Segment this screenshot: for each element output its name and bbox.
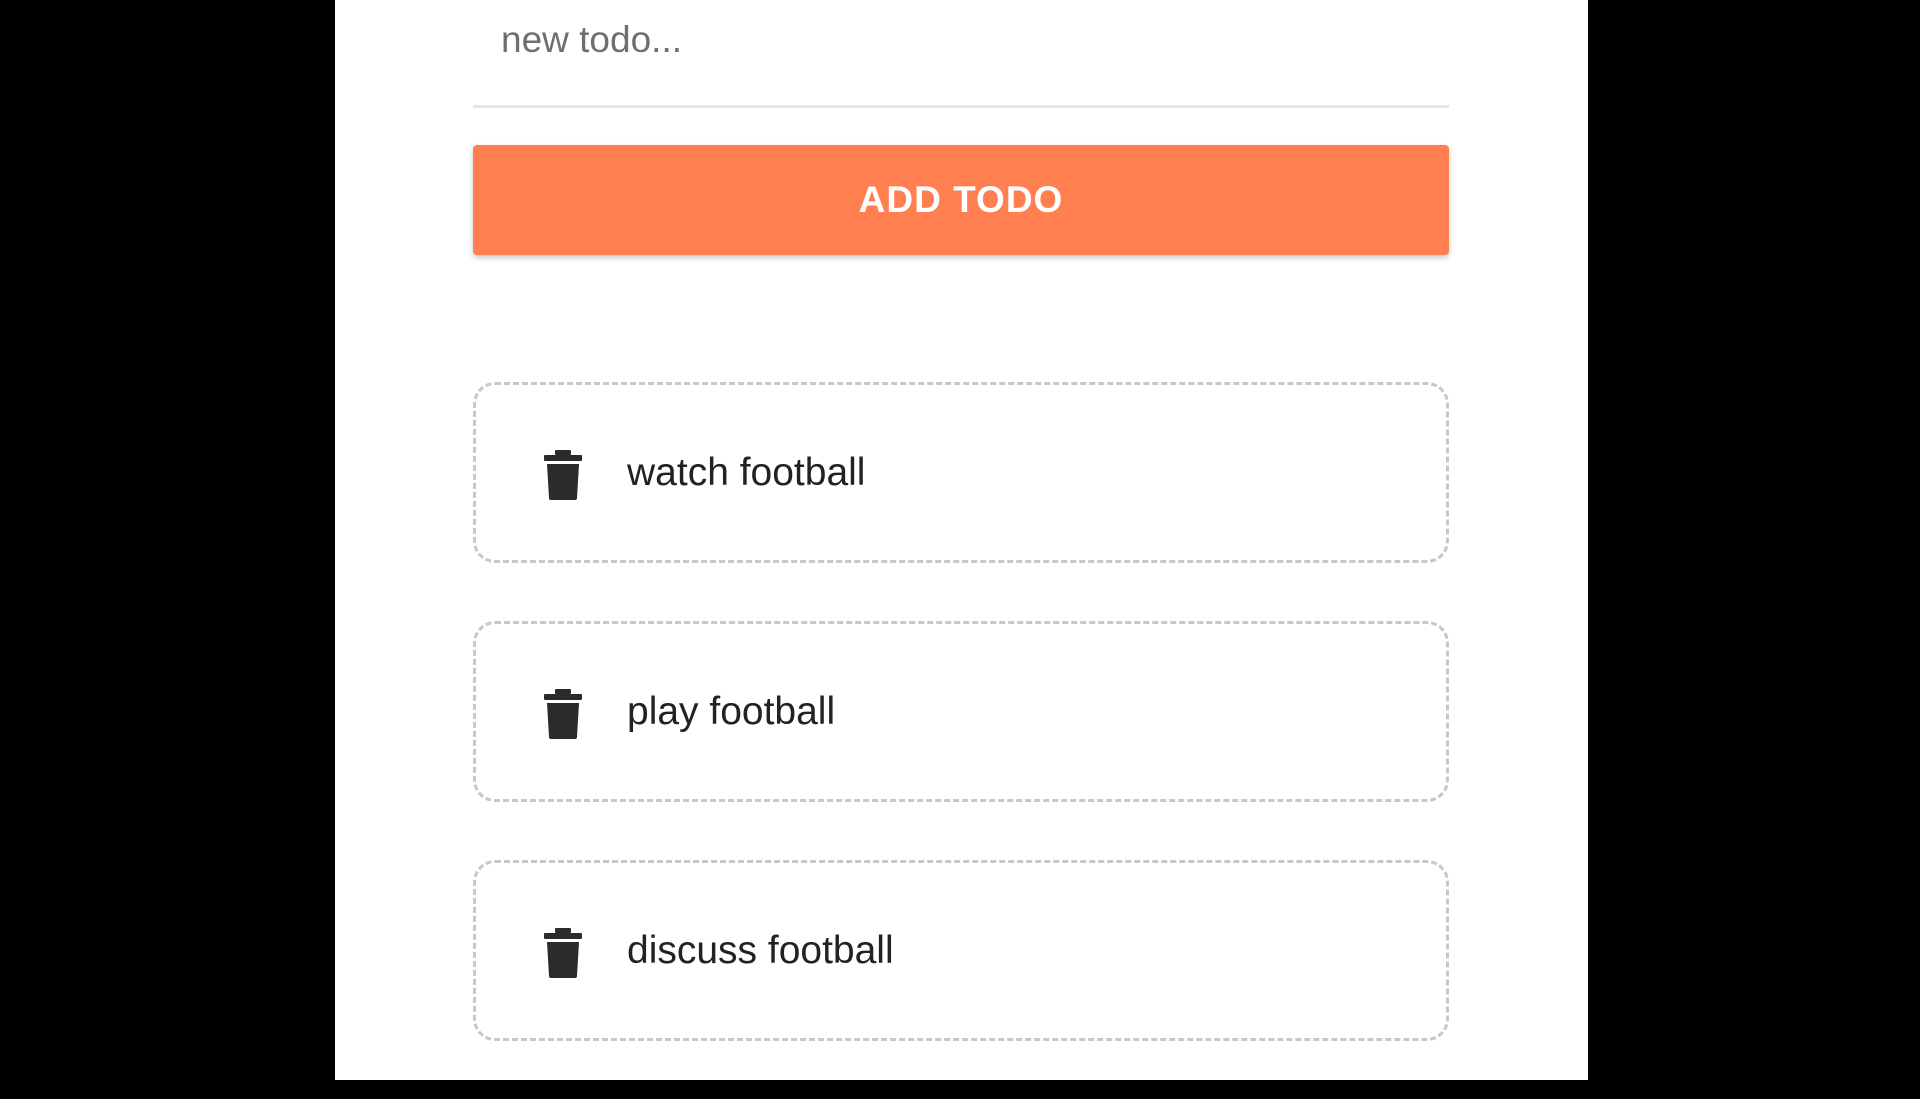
add-todo-button[interactable]: ADD TODO [473, 145, 1449, 255]
todo-item: watch football [473, 382, 1449, 563]
todo-app-panel: ADD TODO watch football play football [335, 0, 1588, 1080]
new-todo-input[interactable] [473, 0, 1449, 105]
trash-icon[interactable] [543, 689, 583, 739]
todo-item: discuss football [473, 860, 1449, 1041]
todo-item: play football [473, 621, 1449, 802]
todo-text: play football [627, 690, 836, 733]
trash-icon[interactable] [543, 450, 583, 500]
trash-icon[interactable] [543, 928, 583, 978]
todo-list: watch football play football discuss foo… [473, 382, 1449, 1099]
todo-text: discuss football [627, 929, 894, 972]
todo-input-container [473, 0, 1449, 108]
todo-text: watch football [627, 451, 866, 494]
